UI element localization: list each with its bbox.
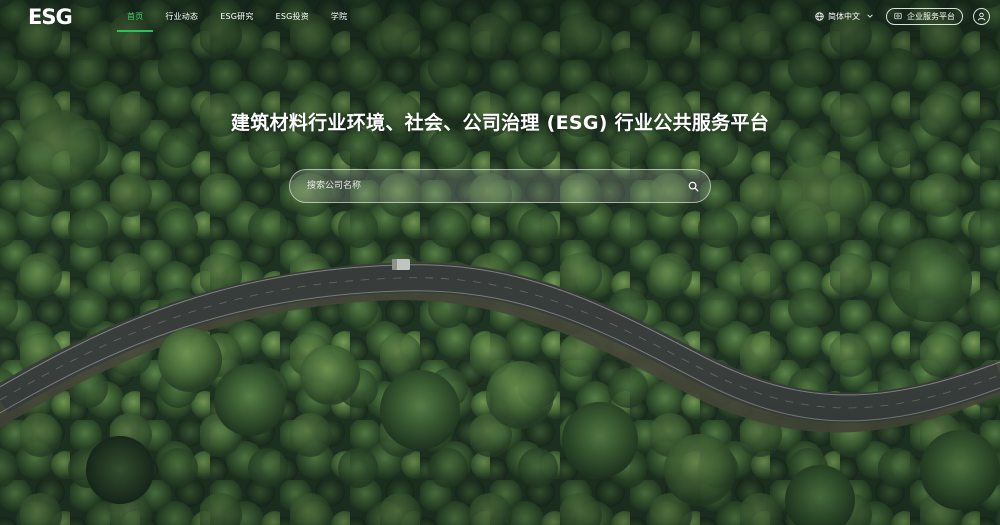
- top-navigation-bar: ESG 首页 行业动态 ESG研究 ESG投资 学院 简体中文 企业服务平台: [0, 0, 1000, 32]
- chevron-down-icon: [867, 14, 873, 18]
- main-nav: 首页 行业动态 ESG研究 ESG投资 学院: [116, 0, 358, 32]
- search-icon: [688, 181, 698, 191]
- nav-item-esg-investment[interactable]: ESG投资: [265, 0, 320, 32]
- nav-item-home[interactable]: 首页: [116, 0, 154, 32]
- hero-background-image: [0, 0, 1000, 525]
- search-button[interactable]: [676, 169, 710, 203]
- nav-item-academy[interactable]: 学院: [320, 0, 358, 32]
- header-tools: 简体中文 企业服务平台: [815, 0, 990, 32]
- user-account-button[interactable]: [973, 7, 990, 25]
- language-selector[interactable]: 简体中文: [815, 11, 874, 22]
- enterprise-service-button[interactable]: 企业服务平台: [886, 7, 963, 25]
- search-input[interactable]: [290, 170, 676, 202]
- globe-icon: [815, 11, 824, 21]
- service-icon: [894, 12, 902, 20]
- nav-item-industry-news[interactable]: 行业动态: [154, 0, 209, 32]
- user-icon: [977, 12, 986, 21]
- language-label: 简体中文: [828, 11, 860, 21]
- nav-item-esg-research[interactable]: ESG研究: [209, 0, 264, 32]
- company-search-bar: [289, 169, 711, 203]
- esg-logo[interactable]: ESG: [28, 5, 84, 27]
- hero-title: 建筑材料行业环境、社会、公司治理 (ESG) 行业公共服务平台: [230, 112, 770, 134]
- logo-text: ESG: [28, 5, 72, 27]
- enterprise-service-label: 企业服务平台: [907, 11, 955, 21]
